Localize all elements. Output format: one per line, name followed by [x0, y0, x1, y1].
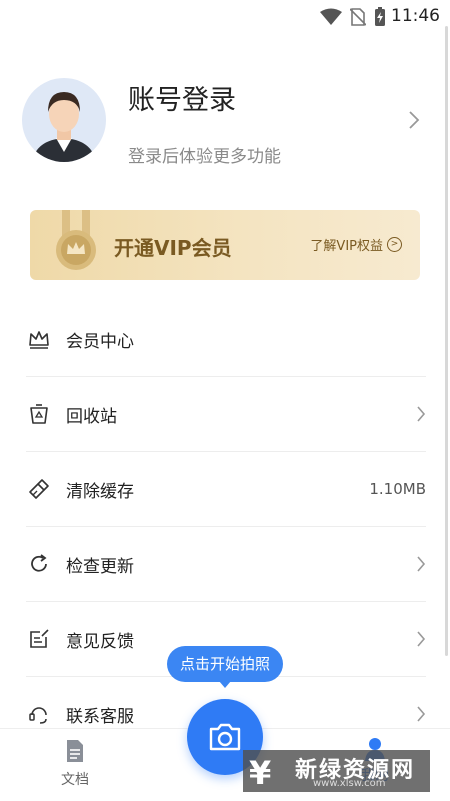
vip-benefits-label: 了解VIP权益	[310, 239, 383, 254]
vip-title: 开通VIP会员	[114, 236, 232, 260]
vip-medal-icon	[56, 210, 96, 270]
chevron-right-icon	[417, 556, 426, 572]
menu-item-label: 检查更新	[66, 557, 134, 577]
menu-item-label: 会员中心	[66, 332, 134, 352]
menu-item-label: 意见反馈	[66, 632, 134, 652]
feedback-icon	[30, 629, 49, 648]
menu-item-label: 清除缓存	[66, 482, 134, 502]
vip-banner[interactable]: 开通VIP会员 了解VIP权益 >	[30, 210, 420, 280]
document-icon	[67, 740, 83, 762]
status-bar: 11:46	[0, 0, 450, 34]
cache-size-value: 1.10MB	[369, 480, 426, 498]
tab-documents[interactable]: 文档	[55, 739, 95, 789]
login-title[interactable]: 账号登录	[128, 78, 236, 117]
recycle-bin-icon	[30, 404, 48, 424]
circle-arrow-icon: >	[387, 237, 402, 252]
no-sim-icon	[350, 8, 366, 26]
crown-icon	[29, 331, 49, 349]
menu-item-check-update[interactable]: 检查更新	[26, 527, 426, 602]
chevron-right-icon[interactable]	[408, 110, 420, 130]
watermark: ¥ 新绿资源网 www.xlsw.com	[243, 750, 430, 792]
refresh-icon	[31, 554, 47, 572]
status-icons	[320, 7, 386, 27]
battery-charging-icon	[375, 7, 385, 26]
tab-documents-label: 文档	[61, 772, 89, 788]
status-time: 11:46	[391, 6, 440, 26]
user-avatar-icon[interactable]	[22, 78, 106, 162]
camera-tooltip: 点击开始拍照	[167, 646, 283, 688]
chevron-right-icon	[417, 406, 426, 422]
chevron-right-icon	[417, 631, 426, 647]
vip-benefits-link[interactable]: 了解VIP权益 >	[310, 235, 402, 254]
customer-service-icon	[29, 707, 47, 724]
menu-item-recycle-bin[interactable]: 回收站	[26, 377, 426, 452]
camera-icon	[209, 723, 241, 751]
menu-item-vip-center[interactable]: 会员中心	[26, 302, 426, 377]
chevron-right-icon	[417, 706, 426, 722]
login-subtitle: 登录后体验更多功能	[128, 147, 281, 167]
watermark-sub: www.xlsw.com	[313, 778, 386, 789]
watermark-logo-icon: ¥	[249, 754, 272, 792]
broom-icon	[29, 479, 49, 499]
profile-header[interactable]: 账号登录 登录后体验更多功能	[0, 70, 450, 170]
menu-item-clear-cache[interactable]: 清除缓存 1.10MB	[26, 452, 426, 527]
menu-item-label: 联系客服	[66, 707, 134, 727]
menu-item-label: 回收站	[66, 407, 117, 427]
wifi-icon	[320, 8, 342, 25]
